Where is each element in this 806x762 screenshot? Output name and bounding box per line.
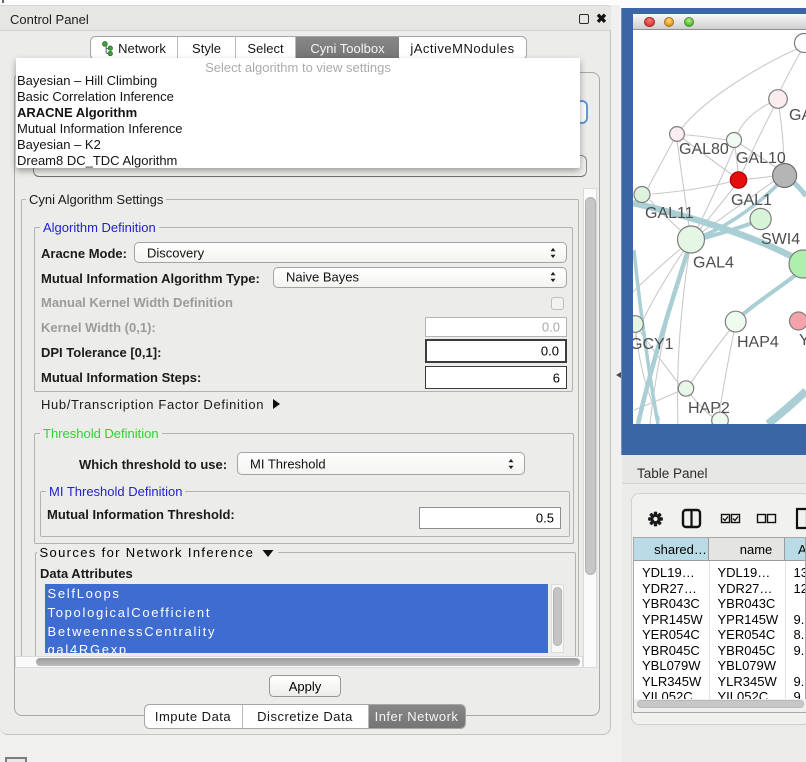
svg-text:HAP2: HAP2: [688, 400, 730, 417]
svg-text:GCY1: GCY1: [633, 336, 674, 353]
svg-text:GAL4: GAL4: [693, 255, 734, 272]
svg-text:Y: Y: [799, 332, 806, 349]
svg-text:GAL10: GAL10: [736, 150, 786, 167]
svg-text:HAP4: HAP4: [737, 334, 779, 351]
svg-text:GAL11: GAL11: [645, 205, 694, 222]
svg-text:GAL1: GAL1: [731, 192, 772, 209]
svg-text:SWI4: SWI4: [761, 231, 800, 248]
svg-text:GAL80: GAL80: [679, 141, 729, 158]
svg-text:GAL: GAL: [789, 107, 806, 124]
